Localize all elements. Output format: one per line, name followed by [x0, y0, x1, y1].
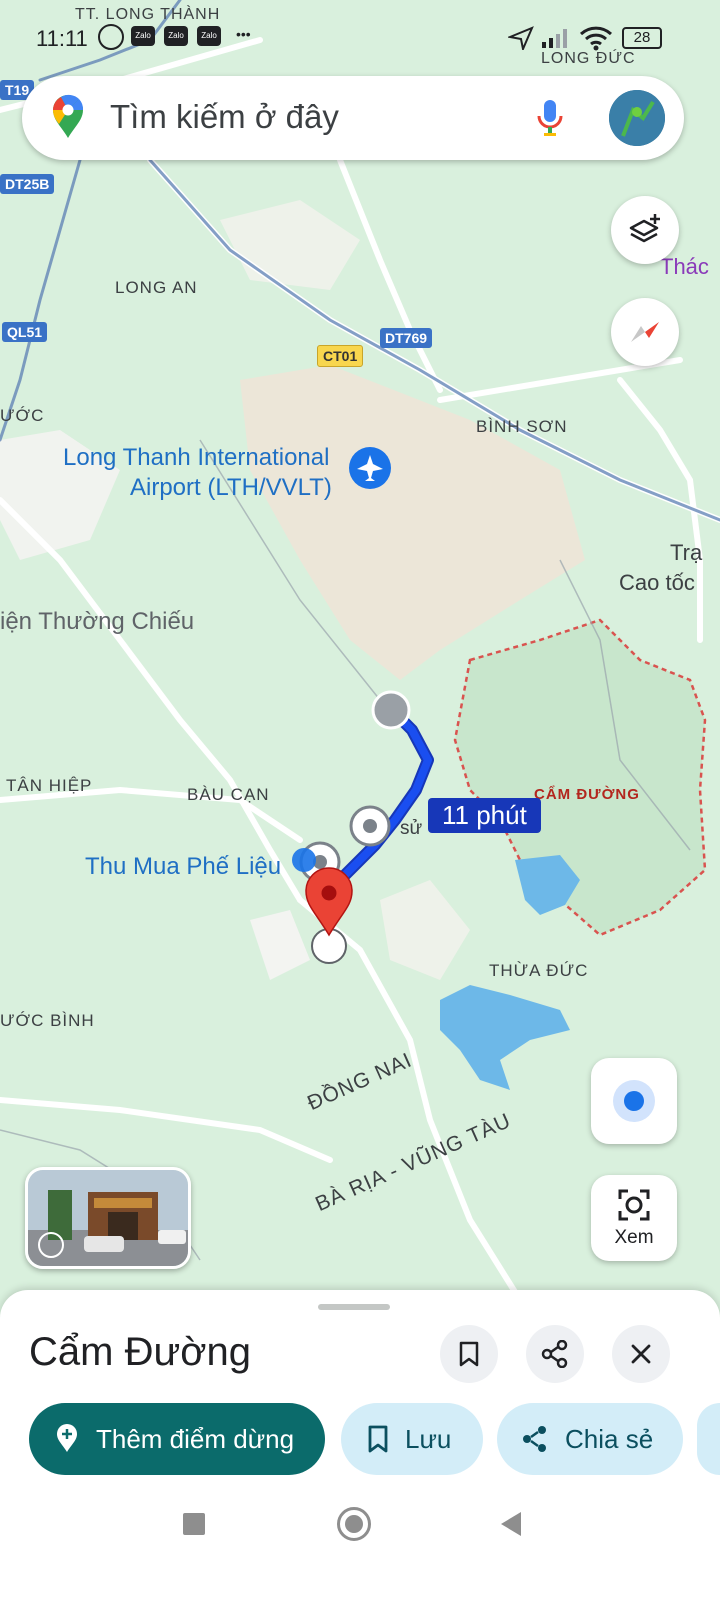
- alarm-icon: [98, 24, 124, 50]
- poi-thuong-chieu[interactable]: iện Thường Chiếu: [0, 608, 194, 636]
- compass-icon: [631, 322, 659, 342]
- signal-icon: [542, 29, 567, 48]
- place-thua-duc: THỪA ĐỨC: [489, 961, 589, 980]
- camera-lens-icon: [618, 1189, 650, 1221]
- bookmark-icon: [368, 1425, 388, 1453]
- search-input[interactable]: Tìm kiếm ở đây: [110, 98, 339, 136]
- recents-button[interactable]: [183, 1513, 205, 1535]
- close-icon: [631, 1344, 651, 1364]
- route-duration-label[interactable]: 11 phút: [428, 798, 541, 833]
- location-arrow-icon: [508, 26, 534, 50]
- place-binh-son: BÌNH SƠN: [476, 417, 568, 436]
- status-time: 11:11: [36, 26, 88, 51]
- my-location-button[interactable]: [591, 1058, 677, 1144]
- poi-airport-name-line1[interactable]: Long Thanh International: [63, 444, 329, 472]
- share-icon: [523, 1426, 546, 1452]
- layers-icon: [629, 214, 660, 243]
- road-shield-dt769: DT769: [380, 328, 433, 348]
- place-cao-toc: Cao tốc: [619, 570, 695, 595]
- place-title: Cẩm Đường: [29, 1330, 251, 1374]
- share-icon: [541, 1340, 568, 1368]
- save-chip[interactable]: Lưu: [341, 1403, 483, 1475]
- more-notifications-icon: •••: [236, 26, 251, 42]
- lens-label: Xem: [614, 1227, 654, 1248]
- place-su: sử: [400, 818, 423, 839]
- place-tan-hiep: TÂN HIỆP: [6, 776, 93, 795]
- place-phuoc: ƯỚC: [0, 406, 45, 425]
- bookmark-icon: [459, 1341, 479, 1367]
- compass-button[interactable]: [611, 298, 679, 366]
- road-shield-ql51: QL51: [2, 322, 48, 342]
- my-location-icon: [613, 1080, 655, 1122]
- share-chip[interactable]: Chia sẻ: [497, 1403, 683, 1475]
- wifi-icon: [579, 26, 613, 51]
- drag-handle[interactable]: [318, 1304, 390, 1310]
- place-bau-can: BÀU CẠN: [187, 785, 270, 804]
- microphone-icon[interactable]: [536, 98, 564, 138]
- poi-thu-mua-phe-lieu[interactable]: Thu Mua Phế Liệu: [85, 853, 281, 881]
- poi-airport-name-line2[interactable]: Airport (LTH/VVLT): [130, 474, 332, 502]
- place-tra: Trạ: [670, 540, 703, 565]
- layers-button[interactable]: [611, 196, 679, 264]
- lens-button[interactable]: Xem: [591, 1175, 677, 1261]
- place-phuoc-binh: ƯỚC BÌNH: [0, 1011, 95, 1030]
- rotate-360-icon: [38, 1232, 64, 1258]
- place-long-thanh: TT. LONG THÀNH: [75, 6, 221, 23]
- zalo-icon: Zalo: [164, 26, 188, 46]
- add-stop-label: Thêm điểm dừng: [96, 1423, 295, 1454]
- place-thac: Thác: [660, 254, 709, 279]
- zalo-icon: Zalo: [197, 26, 221, 46]
- back-button[interactable]: [499, 1510, 523, 1538]
- google-maps-pin-icon: [53, 94, 84, 138]
- close-button[interactable]: [612, 1325, 670, 1383]
- road-shield-dt25b: DT25B: [0, 174, 55, 194]
- add-location-icon: [57, 1424, 77, 1452]
- more-chip[interactable]: [697, 1403, 720, 1475]
- status-bar: TT. LONG THÀNH 11:11 Zalo Zalo Zalo ••• …: [0, 0, 720, 70]
- share-button[interactable]: [526, 1325, 584, 1383]
- street-view-thumbnail[interactable]: [25, 1167, 191, 1269]
- place-long-an: LONG AN: [115, 278, 198, 297]
- search-bar[interactable]: Tìm kiếm ở đây: [22, 76, 684, 160]
- zalo-icon: Zalo: [131, 26, 155, 46]
- share-label: Chia sẻ: [565, 1423, 654, 1454]
- road-shield-ct01: CT01: [317, 345, 364, 367]
- bookmark-button[interactable]: [440, 1325, 498, 1383]
- place-long-duc: LONG ĐỨC: [541, 50, 636, 67]
- add-stop-chip[interactable]: Thêm điểm dừng: [29, 1403, 325, 1475]
- place-cam-duong: CẨM ĐƯỜNG: [534, 786, 640, 803]
- save-label: Lưu: [405, 1423, 452, 1454]
- home-button[interactable]: [337, 1507, 371, 1541]
- battery-icon: 28: [622, 27, 662, 49]
- avatar[interactable]: [609, 90, 665, 146]
